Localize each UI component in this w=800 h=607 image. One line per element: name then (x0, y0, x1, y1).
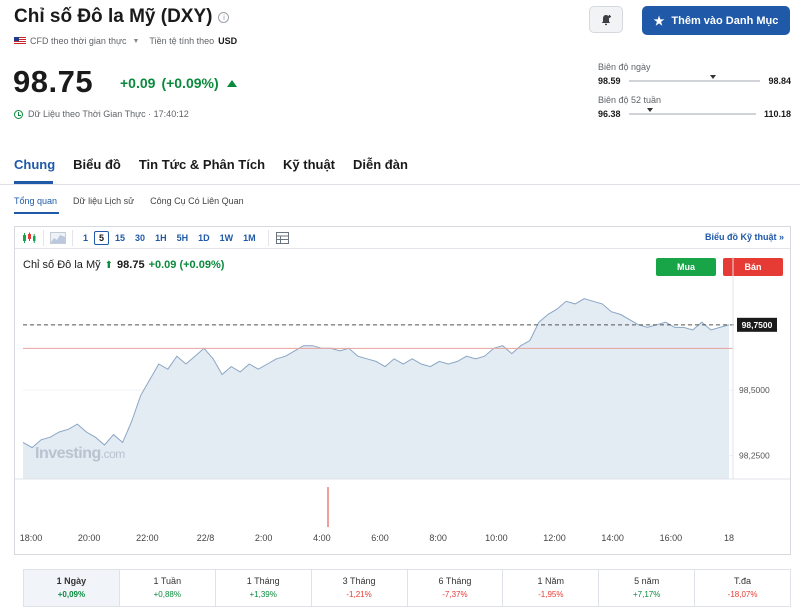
x-tick-label: 10:00 (485, 533, 508, 543)
day-range-label: Biên độ ngày (598, 62, 651, 72)
bell-plus-icon (601, 14, 611, 25)
performance-period: 1 Ngày (56, 576, 87, 586)
performance-value: -7,37% (442, 590, 468, 599)
change-percent: (+0.09%) (161, 75, 219, 91)
x-tick-label: 16:00 (660, 533, 683, 543)
x-tick-label: 22:00 (136, 533, 159, 543)
x-tick-label: 22/8 (197, 533, 215, 543)
performance-value: +7,17% (633, 590, 661, 599)
sub-tabs: Tổng quan Dữ liệu Lịch sử Công Cụ Có Liê… (14, 196, 244, 206)
performance-table: 1 Ngày +0,09% 1 Tuần +0,88% 1 Tháng +1,39% 3 T… (23, 569, 791, 607)
price-change: +0.09 (+0.09%) (120, 75, 237, 91)
week52-range-label: Biên độ 52 tuần (598, 95, 662, 105)
us-flag-icon (14, 37, 26, 45)
alert-button[interactable] (589, 6, 623, 33)
performance-period: T.đa (734, 576, 752, 586)
investing-watermark: Investing.com (35, 445, 125, 463)
tab-forum[interactable]: Diễn đàn (353, 157, 408, 172)
info-icon[interactable]: i (218, 11, 230, 23)
performance-period: 1 Tuần (153, 576, 182, 586)
currency-value: USD (218, 36, 238, 46)
performance-period: 1 Năm (537, 576, 565, 586)
main-tabs: Chung Biểu đồ Tin Tức & Phân Tích Kỹ thu… (14, 157, 408, 172)
instrument-title: Chỉ số Đô la Mỹ (DXY) i (14, 6, 230, 28)
performance-value: +0,09% (57, 590, 86, 599)
day-range-bar (628, 75, 761, 82)
x-tick-label: 14:00 (601, 533, 624, 543)
chevron-down-icon[interactable]: ▼ (132, 38, 139, 45)
instrument-subline: CFD theo thời gian thực ▼ Tiền tệ tính t… (14, 36, 237, 46)
week52-range: Biên độ 52 tuần 96.38 110.18 (598, 95, 791, 119)
currency-label: Tiền tệ tính theo (149, 36, 215, 46)
performance-cell[interactable]: 1 Năm -1,95% (503, 570, 600, 606)
title-text: Chỉ số Đô la Mỹ (DXY) (14, 6, 213, 27)
change-value: +0.09 (120, 75, 156, 91)
performance-value: -18,07% (727, 590, 758, 599)
x-tick-label: 4:00 (313, 533, 331, 543)
cfd-label[interactable]: CFD theo thời gian thực (30, 36, 126, 46)
x-tick-label: 12:00 (543, 533, 566, 543)
performance-cell[interactable]: 1 Ngày +0,09% (24, 570, 120, 606)
watchlist-button-label: Thêm vào Danh Mục (671, 14, 779, 27)
x-tick-label: 18:00 (20, 533, 43, 543)
tab-news-analysis[interactable]: Tin Tức & Phân Tích (139, 157, 265, 172)
day-range-marker (709, 75, 716, 79)
performance-period: 1 Tháng (246, 576, 280, 586)
x-tick-label: 18 (724, 533, 734, 543)
performance-period: 5 năm (634, 576, 660, 586)
up-triangle-icon (226, 79, 237, 87)
subtab-related-instruments[interactable]: Công Cụ Có Liên Quan (150, 196, 244, 206)
performance-value: +0,88% (153, 590, 181, 599)
x-tick-label: 8:00 (429, 533, 447, 543)
watermark-brand: Investing (35, 445, 101, 462)
performance-value: -1,21% (346, 590, 372, 599)
day-range: Biên độ ngày 98.59 98.84 (598, 62, 791, 86)
performance-cell[interactable]: 1 Tháng +1,39% (216, 570, 312, 606)
tab-technical[interactable]: Kỹ thuật (283, 157, 335, 172)
performance-cell[interactable]: 3 Tháng -1,21% (312, 570, 408, 606)
week52-range-bar (628, 108, 756, 115)
subtab-historical-data[interactable]: Dữ liệu Lịch sử (73, 196, 134, 206)
performance-period: 6 Tháng (438, 576, 472, 586)
y-tick-label: 98,5000 (739, 385, 770, 395)
watermark-suffix: .com (100, 447, 126, 461)
x-tick-label: 20:00 (78, 533, 101, 543)
performance-period: 3 Tháng (342, 576, 376, 586)
week52-range-high: 110.18 (763, 109, 791, 119)
price-area (23, 298, 729, 479)
week52-range-low: 96.38 (598, 109, 621, 119)
tab-overview[interactable]: Chung (14, 157, 55, 172)
performance-value: +1,39% (249, 590, 277, 599)
tabs-divider (0, 184, 800, 185)
performance-value: -1,95% (538, 590, 564, 599)
day-range-low: 98.59 (598, 76, 621, 86)
x-tick-label: 6:00 (371, 533, 389, 543)
y-tick-label: 98,2500 (739, 450, 770, 460)
last-price: 98.75 (13, 64, 94, 99)
week52-range-marker (647, 108, 654, 112)
realtime-text: Dữ Liệu theo Thời Gian Thực · 17:40:12 (28, 109, 189, 119)
realtime-status: Dữ Liệu theo Thời Gian Thực · 17:40:12 (14, 109, 189, 119)
current-price-label: 98,7500 (742, 320, 773, 330)
day-range-high: 98.84 (768, 76, 791, 86)
add-to-watchlist-button[interactable]: ★ Thêm vào Danh Mục (642, 6, 790, 35)
price-chart[interactable]: 98,7500 98,5000 98,2500 18:00 20:00 22:00 22/8… (15, 227, 790, 554)
tab-chart[interactable]: Biểu đồ (73, 157, 121, 172)
performance-cell[interactable]: 6 Tháng -7,37% (408, 570, 504, 606)
chart-widget: 1 5 15 30 1H 5H 1D 1W 1M Biểu đồ Kỹ thuậ… (14, 226, 791, 555)
performance-cell[interactable]: 1 Tuần +0,88% (120, 570, 216, 606)
star-icon: ★ (653, 13, 665, 28)
subtab-summary[interactable]: Tổng quan (14, 196, 57, 206)
x-tick-label: 2:00 (255, 533, 273, 543)
performance-cell[interactable]: 5 năm +7,17% (599, 570, 696, 606)
active-subtab-indicator (14, 212, 59, 214)
clock-icon (14, 109, 23, 119)
performance-cell[interactable]: T.đa -18,07% (695, 570, 790, 606)
